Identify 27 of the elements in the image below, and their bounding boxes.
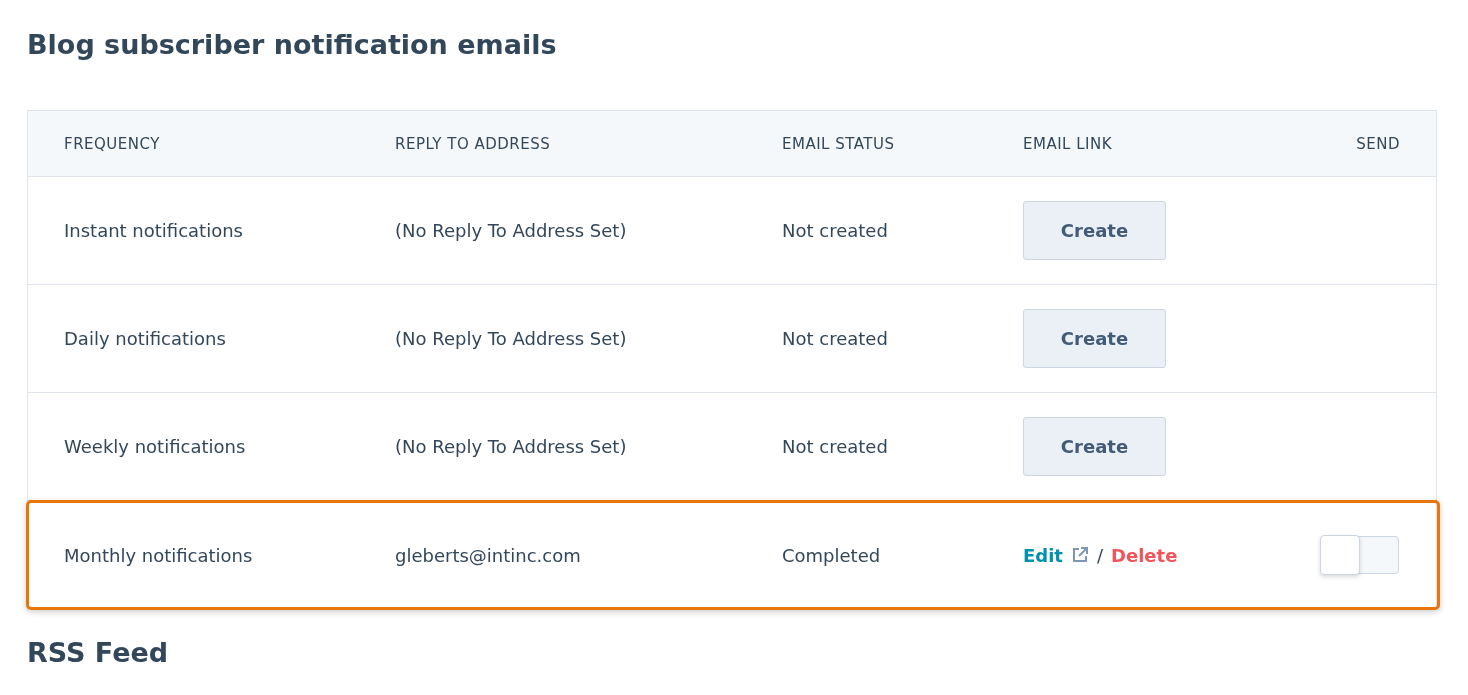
column-header: EMAIL STATUS	[782, 134, 896, 153]
create-button[interactable]: Create	[1023, 309, 1166, 368]
column-header: EMAIL LINK	[1023, 134, 1114, 153]
column-header: REPLY TO ADDRESS	[395, 134, 552, 153]
table-cell-text: (No Reply To Address Set)	[395, 436, 628, 457]
table-cell-text: (No Reply To Address Set)	[395, 328, 628, 349]
edit-link[interactable]: Edit	[1023, 544, 1063, 566]
table-cell-text: Monthly notifications	[64, 544, 254, 566]
send-toggle[interactable]	[1321, 536, 1399, 574]
section-title: Blog subscriber notification emails	[27, 28, 558, 62]
create-button[interactable]: Create	[1023, 201, 1166, 260]
table-cell-text: (No Reply To Address Set)	[395, 220, 628, 241]
table-cell-text: Daily notifications	[64, 328, 227, 349]
table-cell-text: Weekly notifications	[64, 436, 247, 457]
delete-link[interactable]: Delete	[1111, 544, 1178, 566]
table-cell-text: Not created	[782, 328, 889, 349]
column-header: SEND	[1355, 134, 1400, 153]
table-cell-text: Not created	[782, 436, 889, 457]
section-title: RSS Feed	[27, 636, 170, 670]
separator-text: /	[1096, 544, 1104, 566]
column-header: FREQUENCY	[64, 134, 161, 153]
table-cell-text: Instant notifications	[64, 220, 244, 241]
table-cell-text: Completed	[782, 544, 882, 566]
external-link-icon	[1070, 546, 1089, 564]
table-cell-text: gleberts@intinc.com	[395, 544, 582, 566]
create-button[interactable]: Create	[1023, 417, 1166, 476]
table-cell-text: Not created	[782, 220, 889, 241]
